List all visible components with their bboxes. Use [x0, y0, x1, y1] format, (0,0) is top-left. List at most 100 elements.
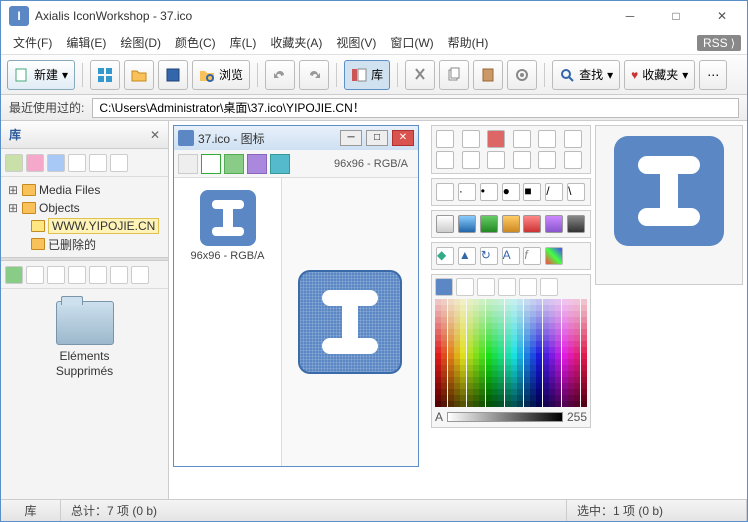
- color-palette[interactable]: [435, 299, 587, 407]
- cut-button[interactable]: [405, 60, 435, 90]
- palette-color[interactable]: [435, 401, 441, 407]
- brush-3[interactable]: •: [480, 183, 498, 201]
- grad-7[interactable]: [567, 215, 585, 233]
- menu-library[interactable]: 库(L): [224, 32, 263, 53]
- icon-editing-grid[interactable]: [300, 272, 400, 372]
- tool-spray[interactable]: [538, 151, 556, 169]
- rss-badge[interactable]: RSS ⟩: [697, 35, 741, 51]
- palette-color[interactable]: [473, 401, 479, 407]
- palette-color[interactable]: [555, 401, 561, 407]
- library-tree[interactable]: ⊞Media Files ⊞Objects WWW.YIPOJIE.CN 已删除…: [1, 177, 168, 257]
- fx-rotate[interactable]: ↻: [480, 247, 498, 265]
- palette-color[interactable]: [568, 401, 574, 407]
- pal-save[interactable]: [456, 278, 474, 296]
- palette-color[interactable]: [467, 401, 473, 407]
- tool-select[interactable]: [436, 130, 454, 148]
- browse-button[interactable]: 浏览: [192, 60, 250, 90]
- brush-6[interactable]: /: [545, 183, 563, 201]
- grad-5[interactable]: [523, 215, 541, 233]
- palette-color[interactable]: [549, 401, 555, 407]
- open-button[interactable]: [124, 60, 154, 90]
- palette-color[interactable]: [441, 401, 447, 407]
- grad-1[interactable]: [436, 215, 454, 233]
- icon-canvas[interactable]: [282, 178, 418, 466]
- menu-file[interactable]: 文件(F): [7, 32, 58, 53]
- palette-color[interactable]: [536, 401, 542, 407]
- palette-color[interactable]: [454, 401, 460, 407]
- libbot-tool-5[interactable]: [89, 266, 107, 284]
- doc-close-button[interactable]: ✕: [392, 130, 414, 146]
- doc-minimize-button[interactable]: ─: [340, 130, 362, 146]
- palette-color[interactable]: [479, 401, 485, 407]
- brush-5[interactable]: ■: [523, 183, 541, 201]
- settings-button[interactable]: [507, 60, 537, 90]
- pal-list[interactable]: [519, 278, 537, 296]
- close-button[interactable]: ✕: [699, 1, 745, 31]
- format-list[interactable]: 96x96 - RGB/A: [174, 178, 282, 466]
- library-toggle-button[interactable]: 库: [344, 60, 390, 90]
- grid-view-button[interactable]: [90, 60, 120, 90]
- pal-swatch[interactable]: [435, 278, 453, 296]
- paste-button[interactable]: [473, 60, 503, 90]
- tool-picker[interactable]: [462, 130, 480, 148]
- menu-view[interactable]: 视图(V): [330, 32, 382, 53]
- pal-more[interactable]: [540, 278, 558, 296]
- palette-color[interactable]: [486, 401, 492, 407]
- palette-color[interactable]: [505, 401, 511, 407]
- search-button[interactable]: 查找▾: [552, 60, 620, 90]
- grad-4[interactable]: [502, 215, 520, 233]
- grad-6[interactable]: [545, 215, 563, 233]
- library-folder-item[interactable]: ElémentsSupprimés: [1, 289, 168, 379]
- undo-button[interactable]: [265, 60, 295, 90]
- tool-fill[interactable]: [487, 151, 505, 169]
- menu-favorites[interactable]: 收藏夹(A): [264, 32, 328, 53]
- minimize-button[interactable]: ─: [607, 1, 653, 31]
- pal-opts[interactable]: [498, 278, 516, 296]
- palette-color[interactable]: [511, 401, 517, 407]
- menu-draw[interactable]: 绘图(D): [114, 32, 167, 53]
- libbot-tool-1[interactable]: [5, 266, 23, 284]
- palette-color[interactable]: [581, 401, 587, 407]
- fx-italic[interactable]: f: [523, 247, 541, 265]
- palette-color[interactable]: [543, 401, 549, 407]
- document-titlebar[interactable]: 37.ico - 图标 ─ □ ✕: [174, 126, 418, 150]
- alpha-slider[interactable]: [447, 412, 563, 422]
- fx-colorize[interactable]: [545, 247, 563, 265]
- palette-color[interactable]: [498, 401, 504, 407]
- palette-color[interactable]: [562, 401, 568, 407]
- menu-color[interactable]: 颜色(C): [169, 32, 222, 53]
- doc-tool-1[interactable]: [178, 154, 198, 174]
- menu-edit[interactable]: 编辑(E): [60, 32, 112, 53]
- save-button[interactable]: [158, 60, 188, 90]
- doc-tool-4[interactable]: [247, 154, 267, 174]
- lib-tool-1[interactable]: [5, 154, 23, 172]
- palette-color[interactable]: [492, 401, 498, 407]
- libbot-tool-3[interactable]: [47, 266, 65, 284]
- lib-tool-3[interactable]: [47, 154, 65, 172]
- recent-path-input[interactable]: [92, 98, 739, 118]
- tool-rect[interactable]: [436, 151, 454, 169]
- brush-1[interactable]: [436, 183, 454, 201]
- new-button[interactable]: 新建▾: [7, 60, 75, 90]
- palette-color[interactable]: [460, 401, 466, 407]
- tool-curve[interactable]: [564, 130, 582, 148]
- lib-tool-4[interactable]: [68, 154, 86, 172]
- lib-tool-5[interactable]: [89, 154, 107, 172]
- lib-tool-6[interactable]: [110, 154, 128, 172]
- palette-color[interactable]: [448, 401, 454, 407]
- brush-4[interactable]: ●: [502, 183, 520, 201]
- maximize-button[interactable]: □: [653, 1, 699, 31]
- libbot-tool-7[interactable]: [131, 266, 149, 284]
- brush-7[interactable]: \: [567, 183, 585, 201]
- tool-ellipse[interactable]: [462, 151, 480, 169]
- pal-add[interactable]: [477, 278, 495, 296]
- format-thumbnail[interactable]: [200, 190, 256, 246]
- doc-tool-add[interactable]: [201, 154, 221, 174]
- tool-text[interactable]: [564, 151, 582, 169]
- fx-1[interactable]: ◆: [436, 247, 454, 265]
- fx-text[interactable]: A: [502, 247, 520, 265]
- more-button[interactable]: ⋯: [699, 60, 727, 90]
- favorites-button[interactable]: ♥收藏夹▾: [624, 60, 695, 90]
- doc-tool-5[interactable]: [270, 154, 290, 174]
- copy-button[interactable]: [439, 60, 469, 90]
